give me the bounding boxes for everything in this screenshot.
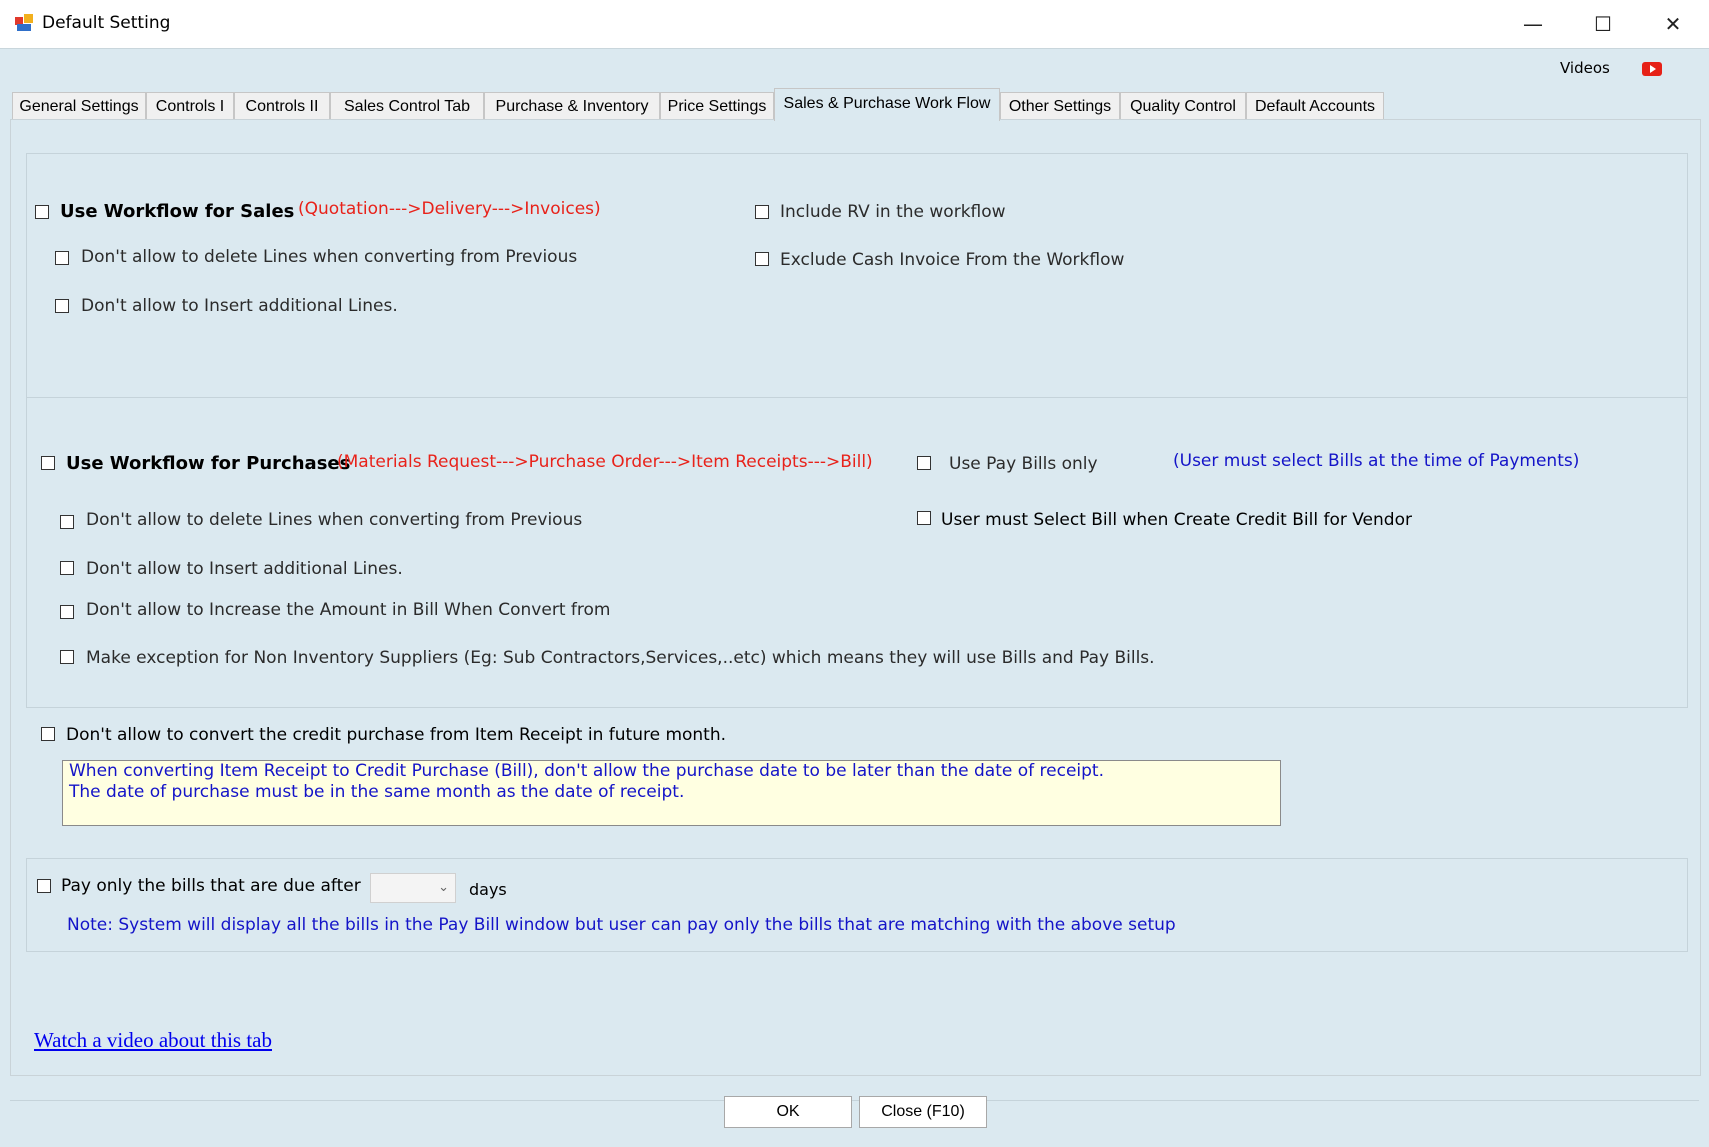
app-icon [15,14,33,31]
use-pay-bills-only-label: Use Pay Bills only [949,454,1098,474]
close-icon: ✕ [1664,12,1682,36]
include-rv-label: Include RV in the workflow [780,202,1006,222]
use-workflow-sales-checkbox[interactable] [35,205,49,219]
ok-button[interactable]: OK [724,1096,852,1128]
tab-general-settings[interactable]: General Settings [12,92,146,120]
credit-purchase-note-box: When converting Item Receipt to Credit P… [62,760,1281,826]
pay-bills-due-label: Pay only the bills that are due after [61,876,361,896]
days-label: days [469,880,507,899]
purchase-no-insert-lines-checkbox[interactable] [60,561,74,575]
window-title: Default Setting [42,13,171,33]
no-increase-amount-label: Don't allow to Increase the Amount in Bi… [86,600,611,620]
tab-quality-control[interactable]: Quality Control [1120,92,1246,120]
no-increase-amount-checkbox[interactable] [60,605,74,619]
days-dropdown[interactable]: ⌄ [370,873,456,903]
tab-purchase-inventory[interactable]: Purchase & Inventory [484,92,660,120]
purchase-flow-text: (Materials Request--->Purchase Order--->… [337,452,873,472]
credit-purchase-future-month-label: Don't allow to convert the credit purcha… [66,725,727,745]
tab-sales-purchase-workflow[interactable]: Sales & Purchase Work Flow [774,88,1000,121]
pay-bills-due-checkbox[interactable] [37,879,51,893]
minimize-button[interactable]: — [1508,6,1558,42]
sales-no-delete-lines-label: Don't allow to delete Lines when convert… [81,247,578,267]
watch-video-link[interactable]: Watch a video about this tab [34,1028,272,1053]
use-workflow-sales-label: Use Workflow for Sales [60,201,295,222]
include-rv-checkbox[interactable] [755,205,769,219]
purchase-no-delete-lines-checkbox[interactable] [60,515,74,529]
purchase-no-delete-lines-label: Don't allow to delete Lines when convert… [86,510,583,530]
credit-purchase-note-line-1: When converting Item Receipt to Credit P… [69,761,1104,781]
minimize-icon: — [1523,12,1543,36]
sales-no-insert-lines-checkbox[interactable] [55,299,69,313]
select-bill-credit-checkbox[interactable] [917,511,931,525]
tab-price-settings[interactable]: Price Settings [660,92,774,120]
tab-sales-control[interactable]: Sales Control Tab [330,92,484,120]
sales-flow-text: (Quotation--->Delivery--->Invoices) [298,199,601,219]
tab-other-settings[interactable]: Other Settings [1000,92,1120,120]
exclude-cash-invoice-label: Exclude Cash Invoice From the Workflow [780,250,1125,270]
use-pay-bills-only-checkbox[interactable] [917,456,931,470]
pay-bills-group [26,858,1688,952]
close-window-button[interactable]: ✕ [1648,6,1698,42]
purchase-no-insert-lines-label: Don't allow to Insert additional Lines. [86,559,403,579]
youtube-icon[interactable] [1642,62,1662,76]
non-inventory-exception-label: Make exception for Non Inventory Supplie… [86,648,1155,668]
close-button[interactable]: Close (F10) [859,1096,987,1128]
pay-bills-note: Note: System will display all the bills … [67,915,1176,935]
exclude-cash-invoice-checkbox[interactable] [755,252,769,266]
button-bar [10,1100,1699,1143]
pay-bills-note: (User must select Bills at the time of P… [1173,451,1580,471]
credit-purchase-future-month-checkbox[interactable] [41,727,55,741]
sales-workflow-group [26,153,1688,398]
sales-no-insert-lines-label: Don't allow to Insert additional Lines. [81,296,398,316]
videos-label: Videos [1560,59,1610,77]
tab-controls-i[interactable]: Controls I [146,92,234,120]
tab-default-accounts[interactable]: Default Accounts [1246,92,1384,120]
use-workflow-purchases-checkbox[interactable] [41,456,55,470]
maximize-icon: ☐ [1594,12,1612,36]
tab-controls-ii[interactable]: Controls II [234,92,330,120]
credit-purchase-note-line-2: The date of purchase must be in the same… [69,782,685,802]
select-bill-credit-label: User must Select Bill when Create Credit… [941,510,1412,530]
use-workflow-purchases-label: Use Workflow for Purchases [66,453,351,474]
maximize-button[interactable]: ☐ [1578,6,1628,42]
title-bar [0,0,1709,48]
sales-no-delete-lines-checkbox[interactable] [55,251,69,265]
non-inventory-exception-checkbox[interactable] [60,650,74,664]
chevron-down-icon: ⌄ [438,880,449,895]
